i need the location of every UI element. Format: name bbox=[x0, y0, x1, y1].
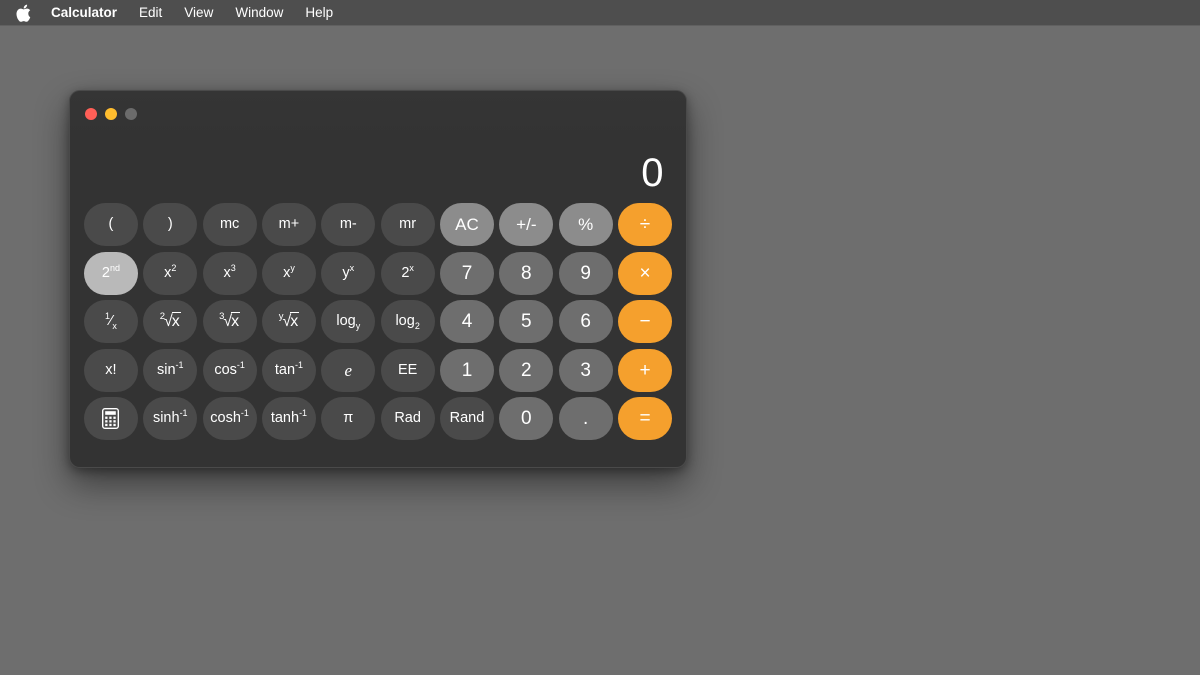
key-label: 1⁄x bbox=[104, 311, 117, 332]
key-x-to-the-y[interactable]: xy bbox=[262, 251, 316, 295]
key-label: 2nd bbox=[101, 262, 120, 281]
keypad-row: x! sin-1 cos-1 tan-1 e EE 1 2 3 + bbox=[84, 348, 672, 392]
calculator-keypad-icon bbox=[102, 408, 120, 429]
key-label: y√x bbox=[278, 311, 300, 330]
key-digit-0[interactable]: 0 bbox=[499, 397, 554, 440]
key-label: tan-1 bbox=[274, 359, 304, 378]
key-subtract[interactable]: − bbox=[618, 300, 672, 343]
key-x-squared[interactable]: x2 bbox=[143, 251, 198, 295]
close-button[interactable] bbox=[85, 108, 97, 120]
key-label: 3√x bbox=[219, 311, 241, 330]
minimize-button[interactable] bbox=[105, 108, 117, 120]
key-exponent-entry[interactable]: EE bbox=[380, 348, 435, 392]
menu-item-window[interactable]: Window bbox=[224, 0, 294, 25]
key-label: e bbox=[344, 360, 353, 380]
key-digit-3[interactable]: 3 bbox=[558, 348, 613, 392]
key-label: xy bbox=[283, 262, 295, 281]
key-memory-recall[interactable]: mr bbox=[380, 203, 435, 246]
key-label: x2 bbox=[164, 262, 177, 281]
key-memory-add[interactable]: m+ bbox=[262, 203, 316, 246]
key-label: cos-1 bbox=[214, 359, 245, 378]
key-all-clear[interactable]: AC bbox=[440, 203, 494, 246]
key-x-cubed[interactable]: x3 bbox=[202, 251, 257, 295]
key-label: 2x bbox=[401, 262, 414, 281]
key-close-paren[interactable]: ) bbox=[143, 203, 198, 246]
key-digit-1[interactable]: 1 bbox=[440, 348, 494, 392]
key-label: cosh-1 bbox=[210, 408, 249, 427]
key-second-function[interactable]: 2nd bbox=[84, 251, 138, 295]
key-y-to-the-x[interactable]: yx bbox=[321, 251, 376, 295]
calculator-display: 0 bbox=[70, 137, 686, 197]
key-equals[interactable]: = bbox=[618, 397, 672, 440]
key-memory-clear[interactable]: mc bbox=[202, 203, 257, 246]
key-random-number[interactable]: Rand bbox=[440, 397, 494, 440]
key-label: sin-1 bbox=[156, 359, 184, 378]
key-label: sinh-1 bbox=[152, 408, 188, 427]
key-calculator-keypad-toggle[interactable] bbox=[84, 397, 138, 440]
key-arcsine[interactable]: sin-1 bbox=[143, 348, 198, 392]
keypad-row: 2nd x2 x3 xy yx 2x 7 8 9 × bbox=[84, 251, 672, 295]
key-reciprocal[interactable]: 1⁄x bbox=[84, 300, 138, 343]
window-title-bar[interactable] bbox=[70, 91, 686, 137]
key-two-to-the-x[interactable]: 2x bbox=[380, 251, 435, 295]
key-log-base-2[interactable]: log2 bbox=[380, 300, 435, 343]
apple-logo-icon[interactable] bbox=[10, 0, 36, 25]
key-decimal-point[interactable]: . bbox=[558, 397, 613, 440]
key-label: tanh-1 bbox=[270, 408, 308, 427]
key-pi[interactable]: π bbox=[321, 397, 376, 440]
key-percent[interactable]: % bbox=[558, 203, 613, 246]
menu-item-edit[interactable]: Edit bbox=[128, 0, 173, 25]
key-open-paren[interactable]: ( bbox=[84, 203, 138, 246]
key-label: x3 bbox=[223, 262, 236, 281]
key-arc-hyperbolic-sine[interactable]: sinh-1 bbox=[143, 397, 198, 440]
keypad-row: ( ) mc m+ m- mr AC +/- % ÷ bbox=[84, 203, 672, 246]
key-digit-9[interactable]: 9 bbox=[558, 251, 613, 295]
key-euler-number[interactable]: e bbox=[321, 348, 376, 392]
zoom-button bbox=[125, 108, 137, 120]
menu-item-help[interactable]: Help bbox=[294, 0, 344, 25]
key-arccosine[interactable]: cos-1 bbox=[202, 348, 257, 392]
key-y-root-of-x[interactable]: y√x bbox=[262, 300, 316, 343]
key-digit-8[interactable]: 8 bbox=[499, 251, 554, 295]
key-label: logy bbox=[336, 313, 361, 332]
key-digit-6[interactable]: 6 bbox=[558, 300, 613, 343]
calculator-window: 0 ( ) mc m+ m- mr AC +/- % ÷ 2nd x2 x3 x… bbox=[69, 90, 687, 468]
key-add[interactable]: + bbox=[618, 348, 672, 392]
keypad-row: 1⁄x 2√x 3√x y√x logy log2 4 5 6 − bbox=[84, 300, 672, 343]
key-arc-hyperbolic-tangent[interactable]: tanh-1 bbox=[262, 397, 316, 440]
key-memory-subtract[interactable]: m- bbox=[321, 203, 376, 246]
keypad-row: sinh-1 cosh-1 tanh-1 π Rad Rand 0 . = bbox=[84, 397, 672, 440]
key-cube-root[interactable]: 3√x bbox=[202, 300, 257, 343]
key-digit-4[interactable]: 4 bbox=[440, 300, 494, 343]
key-log-base-y[interactable]: logy bbox=[321, 300, 376, 343]
window-controls bbox=[85, 108, 137, 120]
key-sign-toggle[interactable]: +/- bbox=[499, 203, 554, 246]
key-arctangent[interactable]: tan-1 bbox=[262, 348, 316, 392]
key-digit-5[interactable]: 5 bbox=[499, 300, 554, 343]
key-label: 2√x bbox=[159, 311, 181, 330]
key-radians-toggle[interactable]: Rad bbox=[380, 397, 435, 440]
key-square-root[interactable]: 2√x bbox=[143, 300, 198, 343]
menu-item-calculator[interactable]: Calculator bbox=[40, 0, 128, 25]
key-digit-2[interactable]: 2 bbox=[499, 348, 554, 392]
menu-item-view[interactable]: View bbox=[173, 0, 224, 25]
key-digit-7[interactable]: 7 bbox=[440, 251, 494, 295]
display-value: 0 bbox=[641, 151, 664, 195]
key-factorial[interactable]: x! bbox=[84, 348, 138, 392]
key-label: log2 bbox=[395, 313, 420, 332]
calculator-keypad: ( ) mc m+ m- mr AC +/- % ÷ 2nd x2 x3 xy bbox=[70, 197, 686, 452]
key-label: yx bbox=[342, 262, 355, 281]
key-arc-hyperbolic-cosine[interactable]: cosh-1 bbox=[202, 397, 257, 440]
key-multiply[interactable]: × bbox=[618, 251, 672, 295]
menu-bar: Calculator Edit View Window Help bbox=[0, 0, 1200, 25]
key-divide[interactable]: ÷ bbox=[618, 203, 672, 246]
